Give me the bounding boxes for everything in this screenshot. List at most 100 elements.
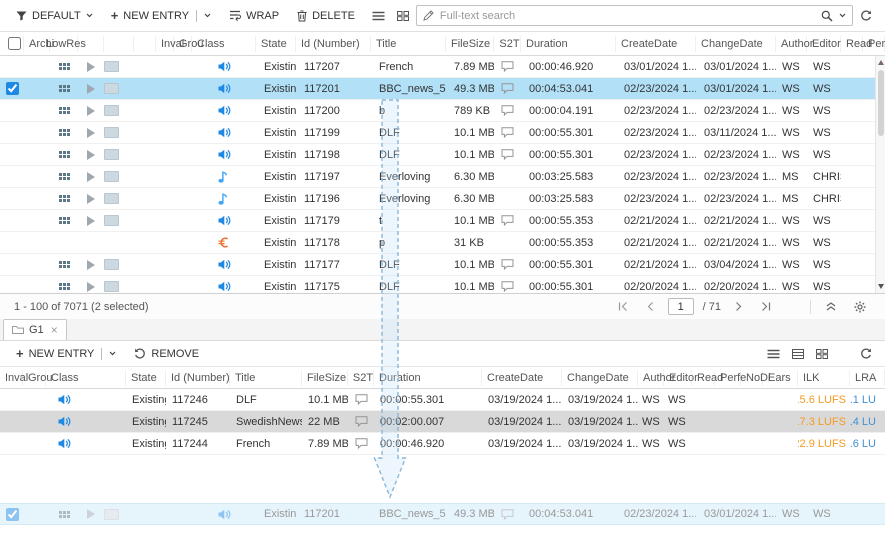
preview-thumb[interactable] xyxy=(104,259,119,270)
column-header[interactable] xyxy=(134,36,156,52)
refresh-icon[interactable] xyxy=(855,345,877,363)
column-header[interactable]: Read xyxy=(692,370,715,386)
play-icon[interactable] xyxy=(87,106,95,116)
column-header[interactable]: Id (Number) xyxy=(166,370,230,386)
column-header[interactable]: Duration xyxy=(374,370,482,386)
table-row[interactable]: Existing 117177 DLF 10.1 MB 00:00:55.301… xyxy=(0,254,885,276)
rows-view-button[interactable] xyxy=(787,346,809,362)
play-icon[interactable] xyxy=(87,509,95,519)
column-header[interactable]: State xyxy=(256,36,296,52)
next-page-button[interactable] xyxy=(730,299,747,314)
play-icon[interactable] xyxy=(87,282,95,292)
column-header[interactable]: Grou xyxy=(174,36,192,52)
table-row[interactable]: Existing 117178 p 31 KB 00:00:55.353 02/… xyxy=(0,232,885,254)
preview-thumb[interactable] xyxy=(104,215,119,226)
page-input[interactable] xyxy=(668,298,694,315)
table-row[interactable]: Existing 117245 SwedishNews 22 MB 00:02:… xyxy=(0,411,885,433)
grid-view-button[interactable] xyxy=(392,8,414,24)
play-icon[interactable] xyxy=(87,150,95,160)
table-row[interactable]: Existing 117196 Everloving 6.30 MB 00:03… xyxy=(0,188,885,210)
list-view-button[interactable] xyxy=(762,346,785,362)
collapse-panel-icon[interactable] xyxy=(821,299,841,314)
column-header[interactable]: Author xyxy=(776,36,807,52)
play-icon[interactable] xyxy=(87,172,95,182)
column-header[interactable]: Duration xyxy=(521,36,616,52)
new-entry-button[interactable]: + NEW ENTRY xyxy=(103,7,219,25)
previous-page-button[interactable] xyxy=(642,299,659,314)
table-row[interactable]: Existing 117197 Everloving 6.30 MB 00:03… xyxy=(0,166,885,188)
column-header[interactable]: Read xyxy=(841,36,863,52)
column-header[interactable]: Grou xyxy=(23,370,46,386)
delete-button[interactable]: DELETE xyxy=(289,7,363,25)
column-header[interactable]: State xyxy=(126,370,166,386)
column-header[interactable]: Class xyxy=(46,370,126,386)
close-tab-icon[interactable]: × xyxy=(51,323,58,337)
column-header[interactable]: S2T xyxy=(494,36,521,52)
column-header[interactable]: S2T xyxy=(348,370,374,386)
column-header[interactable]: LRA xyxy=(850,370,885,386)
last-page-button[interactable] xyxy=(756,299,776,314)
column-header[interactable]: Perfe xyxy=(863,36,885,52)
play-icon[interactable] xyxy=(87,260,95,270)
search-icon[interactable] xyxy=(821,10,833,22)
preview-thumb[interactable] xyxy=(104,127,119,138)
play-icon[interactable] xyxy=(87,216,95,226)
grid-view-button[interactable] xyxy=(811,346,833,362)
list-view-button[interactable] xyxy=(367,8,390,24)
scroll-down-icon[interactable] xyxy=(878,284,884,289)
column-header[interactable] xyxy=(78,36,104,52)
table-row[interactable]: Existing 117201 BBC_news_5.. 49.3 MB 00:… xyxy=(0,78,885,100)
select-all-checkbox[interactable] xyxy=(8,37,21,50)
column-header[interactable] xyxy=(104,36,134,52)
remove-button[interactable]: REMOVE xyxy=(126,345,207,363)
row-checkbox[interactable] xyxy=(6,82,19,95)
refresh-icon[interactable] xyxy=(855,7,877,25)
first-page-button[interactable] xyxy=(613,299,633,314)
table-row[interactable]: Existing 117246 DLF 10.1 MB 00:00:55.301… xyxy=(0,389,885,411)
column-header[interactable]: ChangeDate xyxy=(562,370,638,386)
play-icon[interactable] xyxy=(87,62,95,72)
table-row[interactable]: Existing 117179 t 10.1 MB 00:00:55.353 0… xyxy=(0,210,885,232)
column-header[interactable]: Editor xyxy=(664,370,692,386)
column-header[interactable]: Title xyxy=(230,370,302,386)
table-row[interactable]: Existing 117175 DLF 10.1 MB 00:00:55.301… xyxy=(0,276,885,293)
preview-thumb[interactable] xyxy=(104,509,119,520)
column-header[interactable]: LowRes xyxy=(50,36,78,52)
search-options-chevron-icon[interactable] xyxy=(839,13,846,18)
vertical-scrollbar[interactable] xyxy=(875,56,885,293)
column-header[interactable]: Title xyxy=(371,36,446,52)
column-header[interactable] xyxy=(0,36,24,52)
preview-thumb[interactable] xyxy=(104,149,119,160)
column-header[interactable]: CreateDate xyxy=(616,36,696,52)
column-header[interactable]: Editor xyxy=(807,36,841,52)
column-header[interactable]: Inval xyxy=(156,36,174,52)
preview-thumb[interactable] xyxy=(104,61,119,72)
search-input[interactable] xyxy=(440,10,815,22)
tab-g1[interactable]: G1 × xyxy=(3,319,67,340)
column-header[interactable]: FileSize xyxy=(446,36,494,52)
play-icon[interactable] xyxy=(87,84,95,94)
table-row[interactable]: Existing 117244 French 7.89 MB 00:00:46.… xyxy=(0,433,885,455)
settings-gear-icon[interactable] xyxy=(849,298,871,316)
table-row[interactable]: Existing 117200 b 789 KB 00:00:04.191 02… xyxy=(0,100,885,122)
table-row[interactable]: Existing 117198 DLF 10.1 MB 00:00:55.301… xyxy=(0,144,885,166)
column-header[interactable]: ILK xyxy=(798,370,850,386)
scrollbar-thumb[interactable] xyxy=(878,70,884,136)
filter-preset-button[interactable]: DEFAULT xyxy=(8,7,101,25)
preview-thumb[interactable] xyxy=(104,105,119,116)
play-icon[interactable] xyxy=(87,128,95,138)
column-header[interactable]: Ears xyxy=(763,370,798,386)
row-checkbox[interactable] xyxy=(6,508,19,521)
column-header[interactable]: CreateDate xyxy=(482,370,562,386)
column-header[interactable]: FileSize xyxy=(302,370,348,386)
preview-thumb[interactable] xyxy=(104,281,119,292)
preview-thumb[interactable] xyxy=(104,171,119,182)
column-header[interactable]: NoDi xyxy=(741,370,763,386)
column-header[interactable]: Perfe xyxy=(715,370,741,386)
play-icon[interactable] xyxy=(87,194,95,204)
wrap-button[interactable]: WRAP xyxy=(221,7,287,25)
column-header[interactable]: Inval xyxy=(0,370,23,386)
scroll-up-icon[interactable] xyxy=(878,60,884,65)
table-row[interactable]: Existing 117201 BBC_news_5.. 49.3 MB 00:… xyxy=(0,503,885,525)
preview-thumb[interactable] xyxy=(104,193,119,204)
